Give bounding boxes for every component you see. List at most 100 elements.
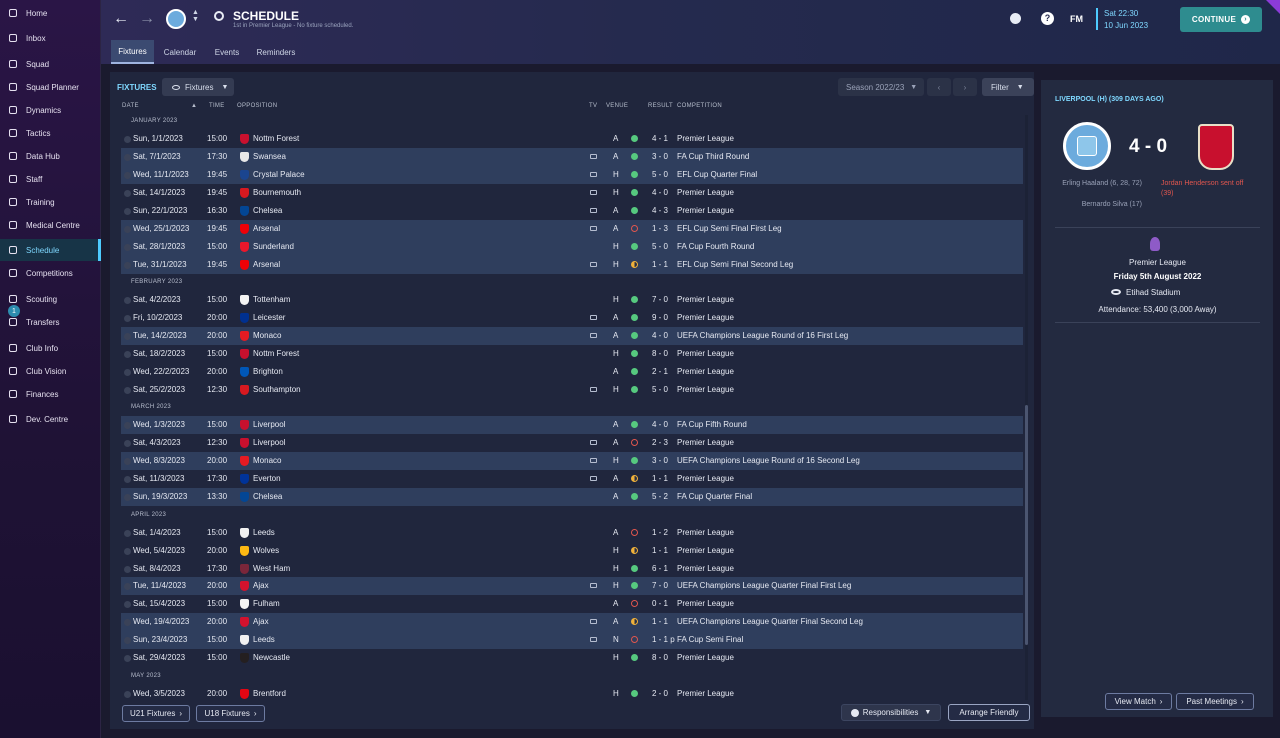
row-select-radio[interactable] bbox=[124, 440, 131, 447]
fixture-row[interactable]: Wed, 1/3/2023 15:00 Liverpool A 4 - 0 FA Cup … bbox=[121, 416, 1023, 434]
fixture-competition[interactable]: Premier League bbox=[677, 653, 734, 662]
responsibilities-button[interactable]: Responsibilities ▼ bbox=[841, 704, 941, 721]
row-select-radio[interactable] bbox=[124, 333, 131, 340]
fixture-row[interactable]: Sat, 1/4/2023 15:00 Leeds A 1 - 2 Premier Lea… bbox=[121, 524, 1023, 542]
search-icon[interactable] bbox=[214, 11, 224, 21]
fixture-opposition[interactable]: Brentford bbox=[253, 689, 286, 698]
sidebar-item-transfers[interactable]: 1 Transfers bbox=[0, 305, 101, 333]
fixture-competition[interactable]: Premier League bbox=[677, 367, 734, 376]
fixture-row[interactable]: Sun, 23/4/2023 15:00 Leeds N 1 - 1 p FA Cup S… bbox=[121, 631, 1023, 649]
fixture-row[interactable]: Wed, 19/4/2023 20:00 Ajax A 1 - 1 UEFA Champi… bbox=[121, 613, 1023, 631]
continue-button[interactable]: CONTINUE › bbox=[1180, 7, 1262, 32]
sidebar-item-finances[interactable]: Finances bbox=[0, 383, 101, 405]
fixture-result[interactable]: 5 - 0 bbox=[652, 242, 668, 251]
row-select-radio[interactable] bbox=[124, 369, 131, 376]
row-select-radio[interactable] bbox=[124, 154, 131, 161]
sidebar-item-club-info[interactable]: Club Info bbox=[0, 337, 101, 359]
fixture-competition[interactable]: Premier League bbox=[677, 438, 734, 447]
fixture-result[interactable]: 7 - 0 bbox=[652, 581, 668, 590]
fixture-opposition[interactable]: Leeds bbox=[253, 528, 275, 537]
fixture-row[interactable]: Wed, 22/2/2023 20:00 Brighton A 2 - 1 Premier… bbox=[121, 363, 1023, 381]
fixture-competition[interactable]: UEFA Champions League Quarter Final Seco… bbox=[677, 617, 863, 626]
fixture-result[interactable]: 5 - 2 bbox=[652, 492, 668, 501]
fixture-competition[interactable]: EFL Cup Semi Final Second Leg bbox=[677, 260, 793, 269]
away-crest[interactable] bbox=[1198, 124, 1234, 170]
fixture-row[interactable]: Sat, 15/4/2023 15:00 Fulham A 0 - 1 Premier L… bbox=[121, 595, 1023, 613]
sidebar-item-competitions[interactable]: Competitions bbox=[0, 262, 101, 284]
fixture-result[interactable]: 1 - 1 bbox=[652, 474, 668, 483]
fixture-row[interactable]: Sun, 22/1/2023 16:30 Chelsea A 4 - 3 Premier … bbox=[121, 202, 1023, 220]
fixture-row[interactable]: Sun, 1/1/2023 15:00 Nottm Forest A 4 - 1 Prem… bbox=[121, 130, 1023, 148]
fixture-opposition[interactable]: Sunderland bbox=[253, 242, 294, 251]
row-select-radio[interactable] bbox=[124, 315, 131, 322]
tab-fixtures[interactable]: Fixtures bbox=[111, 40, 154, 64]
u18-fixtures-button[interactable]: U18 Fixtures › bbox=[196, 705, 265, 722]
fixture-competition[interactable]: Premier League bbox=[677, 295, 734, 304]
fixture-opposition[interactable]: Brighton bbox=[253, 367, 283, 376]
fixture-opposition[interactable]: Fulham bbox=[253, 599, 280, 608]
fixture-row[interactable]: Wed, 25/1/2023 19:45 Arsenal A 1 - 3 EFL Cup … bbox=[121, 220, 1023, 238]
row-select-radio[interactable] bbox=[124, 226, 131, 233]
tab-reminders[interactable]: Reminders bbox=[251, 40, 301, 64]
view-match-button[interactable]: View Match › bbox=[1105, 693, 1172, 710]
sidebar-item-dynamics[interactable]: Dynamics bbox=[0, 99, 101, 121]
fixture-result[interactable]: 8 - 0 bbox=[652, 653, 668, 662]
fixture-row[interactable]: Sat, 25/2/2023 12:30 Southampton H 5 - 0 Prem… bbox=[121, 381, 1023, 399]
fixture-row[interactable]: Wed, 11/1/2023 19:45 Crystal Palace H 5 - 0 E… bbox=[121, 166, 1023, 184]
filter-dropdown[interactable]: Filter ▼ bbox=[982, 78, 1034, 96]
fixture-result[interactable]: 4 - 0 bbox=[652, 420, 668, 429]
fixture-row[interactable]: Sun, 19/3/2023 13:30 Chelsea A 5 - 2 FA Cup Q… bbox=[121, 488, 1023, 506]
fixture-result[interactable]: 4 - 3 bbox=[652, 206, 668, 215]
fixture-result[interactable]: 1 - 2 bbox=[652, 528, 668, 537]
fixture-opposition[interactable]: Tottenham bbox=[253, 295, 290, 304]
scrollbar-thumb[interactable] bbox=[1025, 405, 1028, 645]
fixture-competition[interactable]: FA Cup Third Round bbox=[677, 152, 749, 161]
fixture-row[interactable]: Wed, 5/4/2023 20:00 Wolves H 1 - 1 Premier Le… bbox=[121, 542, 1023, 560]
sidebar-item-training[interactable]: Training bbox=[0, 191, 101, 213]
fixture-competition[interactable]: EFL Cup Semi Final First Leg bbox=[677, 224, 782, 233]
fixture-result[interactable]: 0 - 1 bbox=[652, 599, 668, 608]
tab-events[interactable]: Events bbox=[209, 40, 245, 64]
column-header-venue[interactable]: VENUE bbox=[606, 103, 628, 109]
fixture-opposition[interactable]: Newcastle bbox=[253, 653, 290, 662]
fixture-result[interactable]: 7 - 0 bbox=[652, 295, 668, 304]
fixture-opposition[interactable]: Leeds bbox=[253, 635, 275, 644]
fixture-opposition[interactable]: Leicester bbox=[253, 313, 285, 322]
fixture-row[interactable]: Wed, 8/3/2023 20:00 Monaco H 3 - 0 UEFA Champ… bbox=[121, 452, 1023, 470]
fixture-result[interactable]: 9 - 0 bbox=[652, 313, 668, 322]
column-header-tv[interactable]: TV bbox=[589, 103, 597, 109]
fixture-row[interactable]: Tue, 31/1/2023 19:45 Arsenal H 1 - 1 EFL Cup … bbox=[121, 256, 1023, 274]
row-select-radio[interactable] bbox=[124, 548, 131, 555]
past-meetings-button[interactable]: Past Meetings › bbox=[1176, 693, 1254, 710]
column-header-time[interactable]: TIME bbox=[209, 103, 225, 109]
fixture-competition[interactable]: UEFA Champions League Round of 16 First … bbox=[677, 331, 848, 340]
fixture-competition[interactable]: Premier League bbox=[677, 385, 734, 394]
fixture-result[interactable]: 2 - 3 bbox=[652, 438, 668, 447]
fixture-opposition[interactable]: Everton bbox=[253, 474, 281, 483]
fixture-opposition[interactable]: Swansea bbox=[253, 152, 286, 161]
sidebar-item-squad-planner[interactable]: Squad Planner bbox=[0, 76, 101, 98]
row-select-radio[interactable] bbox=[124, 297, 131, 304]
fixture-competition[interactable]: Premier League bbox=[677, 134, 734, 143]
forward-arrow-icon[interactable]: → bbox=[139, 10, 155, 28]
fixture-opposition[interactable]: Monaco bbox=[253, 456, 281, 465]
fixture-result[interactable]: 8 - 0 bbox=[652, 349, 668, 358]
fixture-competition[interactable]: FA Cup Semi Final bbox=[677, 635, 743, 644]
sidebar-item-data-hub[interactable]: Data Hub bbox=[0, 145, 101, 167]
row-select-radio[interactable] bbox=[124, 262, 131, 269]
back-arrow-icon[interactable]: ← bbox=[113, 10, 129, 28]
row-select-radio[interactable] bbox=[124, 458, 131, 465]
fixture-competition[interactable]: Premier League bbox=[677, 206, 734, 215]
column-header-competition[interactable]: COMPETITION bbox=[677, 103, 722, 109]
fixture-competition[interactable]: Premier League bbox=[677, 564, 734, 573]
fixture-row[interactable]: Sat, 8/4/2023 17:30 West Ham H 6 - 1 Premier … bbox=[121, 560, 1023, 578]
fixture-row[interactable]: Sat, 28/1/2023 15:00 Sunderland H 5 - 0 FA Cu… bbox=[121, 238, 1023, 256]
row-select-radio[interactable] bbox=[124, 351, 131, 358]
row-select-radio[interactable] bbox=[124, 172, 131, 179]
row-select-radio[interactable] bbox=[124, 530, 131, 537]
fixture-row[interactable]: Sat, 4/2/2023 15:00 Tottenham H 7 - 0 Premier… bbox=[121, 291, 1023, 309]
fixture-row[interactable]: Sat, 4/3/2023 12:30 Liverpool A 2 - 3 Premier… bbox=[121, 434, 1023, 452]
fixture-result[interactable]: 6 - 1 bbox=[652, 564, 668, 573]
fixture-result[interactable]: 4 - 0 bbox=[652, 331, 668, 340]
row-select-radio[interactable] bbox=[124, 208, 131, 215]
